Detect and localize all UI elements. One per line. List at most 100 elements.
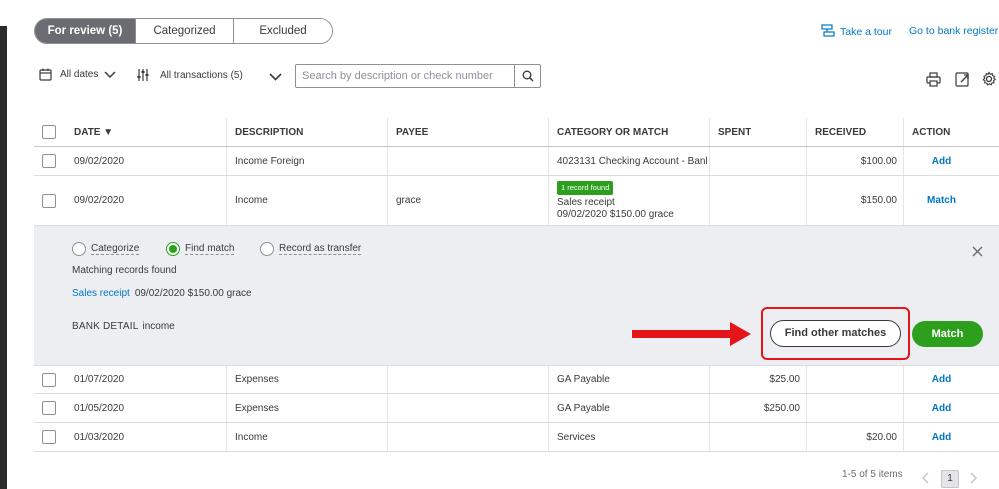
date-filter[interactable]: All dates: [39, 68, 116, 81]
header-action: ACTION: [912, 126, 951, 138]
all-transactions-label: All transactions (5): [160, 69, 243, 81]
table-row[interactable]: 09/02/2020 Income Foreign 4023131 Checki…: [34, 147, 999, 176]
row-date: 09/02/2020: [74, 195, 125, 206]
row-spent: [709, 176, 802, 225]
calendar-icon: [39, 68, 52, 81]
search-button[interactable]: [514, 65, 540, 87]
filter-sliders-icon: [137, 69, 149, 81]
table-row[interactable]: 01/07/2020 Expenses GA Payable $25.00 Ad…: [34, 366, 999, 394]
radio-button-selected: [166, 242, 180, 256]
match-record-detail: 09/02/2020 $150.00 grace: [134, 288, 252, 299]
row-description: Income: [235, 431, 268, 443]
row-checkbox[interactable]: [42, 193, 56, 208]
current-page[interactable]: 1: [941, 470, 959, 488]
print-icon[interactable]: [926, 72, 941, 87]
radio-label: Categorize: [91, 243, 140, 255]
bank-detail: BANK DETAIL income: [72, 321, 175, 332]
transactions-table: DATE ▼ DESCRIPTION PAYEE CATEGORY OR MAT…: [34, 118, 999, 226]
table-header: DATE ▼ DESCRIPTION PAYEE CATEGORY OR MAT…: [34, 118, 999, 147]
tour-icon: [821, 24, 835, 37]
sales-receipt-link[interactable]: Sales receipt: [72, 288, 130, 299]
search-box: [295, 64, 541, 88]
row-date: 01/07/2020: [74, 374, 125, 385]
matching-title: Matching records found: [72, 265, 177, 276]
tab-for-review[interactable]: For review (5): [35, 19, 135, 43]
radio-label: Record as transfer: [279, 243, 362, 255]
row-description: Expenses: [235, 374, 279, 385]
select-all-checkbox[interactable]: [42, 125, 56, 139]
row-received: $150.00: [860, 195, 897, 206]
table-row[interactable]: 01/05/2020 Expenses GA Payable $250.00 A…: [34, 394, 999, 423]
add-button[interactable]: Add: [903, 394, 980, 422]
chevron-right-icon[interactable]: [970, 472, 978, 484]
row-description: Income Foreign: [235, 155, 305, 167]
row-date: 01/05/2020: [74, 402, 125, 414]
row-received: [806, 394, 897, 422]
add-button[interactable]: Add: [903, 147, 980, 175]
row-description: Expenses: [235, 402, 279, 414]
take-tour-label: Take a tour: [840, 25, 892, 38]
export-icon[interactable]: [955, 72, 970, 87]
bank-detail-value: income: [142, 321, 175, 332]
chevron-down-icon[interactable]: [269, 73, 282, 81]
row-payee: grace: [396, 195, 422, 206]
row-checkbox[interactable]: [42, 372, 56, 387]
row-category[interactable]: 4023131 Checking Account - Bank: [557, 147, 707, 175]
bank-register-link[interactable]: Go to bank register: [909, 25, 998, 37]
transactions-filter[interactable]: All transactions (5): [136, 68, 243, 82]
search-icon: [522, 70, 534, 82]
search-input[interactable]: [296, 65, 514, 87]
radio-categorize[interactable]: Categorize: [72, 242, 140, 256]
row-category-match[interactable]: 1 record found Sales receipt 09/02/2020 …: [557, 176, 674, 225]
annotation-arrow: [632, 322, 751, 346]
header-description: DESCRIPTION: [235, 126, 304, 138]
row-received: $20.00: [866, 431, 897, 443]
row-description: Income: [235, 195, 268, 206]
table-row[interactable]: 09/02/2020 Income grace 1 record found S…: [34, 176, 999, 226]
tab-categorized[interactable]: Categorized: [135, 19, 233, 43]
match-detail: 09/02/2020 $150.00 grace: [557, 208, 674, 220]
row-received: $100.00: [860, 155, 897, 167]
header-date[interactable]: DATE ▼: [74, 118, 113, 146]
row-category[interactable]: Services: [557, 423, 595, 451]
row-spent: [709, 147, 802, 175]
row-checkbox[interactable]: [42, 154, 56, 168]
all-dates-label: All dates: [60, 69, 99, 80]
match-link[interactable]: Match: [903, 176, 980, 225]
row-spent: $250.00: [763, 402, 800, 414]
header-spent: SPENT: [718, 126, 752, 138]
table-row[interactable]: 01/03/2020 Income Services $20.00 Add: [34, 423, 999, 452]
find-other-matches-button[interactable]: Find other matches: [770, 320, 901, 347]
header-category: CATEGORY OR MATCH: [557, 126, 669, 138]
row-checkbox[interactable]: [42, 401, 56, 415]
chevron-down-icon: [104, 70, 116, 78]
row-category[interactable]: GA Payable: [557, 366, 610, 393]
close-icon[interactable]: [972, 246, 983, 257]
row-checkbox[interactable]: [42, 430, 56, 444]
row-date: 09/02/2020: [74, 155, 125, 167]
row-spent: [709, 423, 800, 451]
radio-record-transfer[interactable]: Record as transfer: [260, 242, 362, 256]
radio-button: [260, 242, 274, 256]
window-edge: [0, 0, 7, 489]
row-category[interactable]: GA Payable: [557, 394, 610, 422]
pagination-summary: 1-5 of 5 items: [842, 469, 903, 480]
bank-detail-label: BANK DETAIL: [72, 321, 139, 332]
transactions-table-continued: 01/07/2020 Expenses GA Payable $25.00 Ad…: [34, 366, 999, 452]
gear-icon[interactable]: [981, 71, 997, 87]
row-received: [806, 366, 897, 393]
take-tour-link[interactable]: Take a tour: [821, 24, 892, 39]
radio-label: Find match: [185, 243, 235, 255]
row-date: 01/03/2020: [74, 431, 125, 443]
chevron-left-icon[interactable]: [921, 472, 929, 484]
match-record: Sales receipt 09/02/2020 $150.00 grace: [72, 288, 252, 299]
add-button[interactable]: Add: [903, 423, 980, 451]
match-type: Sales receipt: [557, 196, 615, 208]
radio-button: [72, 242, 86, 256]
review-tabs: For review (5) Categorized Excluded: [34, 18, 333, 44]
tab-excluded[interactable]: Excluded: [233, 19, 332, 43]
add-button[interactable]: Add: [903, 366, 980, 393]
records-found-badge: 1 record found: [557, 180, 614, 195]
match-button[interactable]: Match: [912, 321, 983, 347]
radio-find-match[interactable]: Find match: [166, 242, 235, 256]
